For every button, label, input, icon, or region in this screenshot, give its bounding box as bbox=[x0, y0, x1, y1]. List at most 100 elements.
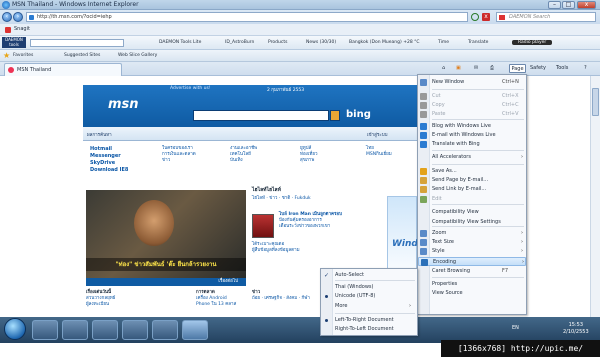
feeds-icon[interactable]: ▣ bbox=[456, 64, 461, 73]
advertise-link[interactable]: Advertise with us! bbox=[170, 86, 211, 91]
nav-signin[interactable]: เข้าสู่ระบบ bbox=[367, 131, 387, 138]
nav-search-results[interactable]: ผลการค้นหา bbox=[87, 131, 112, 138]
news-item[interactable]: เตือนระวังข่าวของพวกเขา bbox=[279, 224, 389, 230]
products[interactable]: Products bbox=[268, 40, 287, 45]
start-button[interactable] bbox=[4, 318, 26, 340]
page-menu-item-zoom[interactable]: Zoom › bbox=[418, 229, 526, 238]
encoding-item-auto-select[interactable]: ✓ Auto-Select bbox=[321, 271, 417, 280]
translate[interactable]: Translate bbox=[468, 40, 488, 45]
news[interactable]: News (30/30) bbox=[306, 40, 336, 45]
msn-logo[interactable]: msn bbox=[108, 97, 139, 112]
messenger-link[interactable]: Messenger bbox=[90, 153, 128, 160]
daemon-tools-lite[interactable]: DAEMON Tools Lite bbox=[159, 40, 201, 45]
refresh-icon[interactable] bbox=[471, 13, 479, 21]
page-menu-item-new-window[interactable]: New Window Ctrl+N bbox=[418, 78, 526, 87]
minimize-button[interactable]: – bbox=[548, 1, 561, 9]
page-menu-item-compatibility-view[interactable]: Compatibility View bbox=[418, 208, 526, 217]
favorites-button[interactable]: Favorites bbox=[13, 53, 33, 58]
vertical-scrollbar[interactable] bbox=[590, 76, 600, 334]
search-input[interactable]: DAEMON Search bbox=[496, 12, 596, 22]
page-menu-item-text-size[interactable]: Text Size › bbox=[418, 238, 526, 247]
page-menu-item-all-accelerators[interactable]: All Accelerators › bbox=[418, 153, 526, 162]
address-bar[interactable]: http://th.msn.com/?ocid=iehp bbox=[26, 12, 468, 22]
news-tab[interactable]: ชาติ bbox=[282, 196, 291, 201]
page-menu-item-send-page-by-e-mail[interactable]: Send Page by E-mail... bbox=[418, 176, 526, 185]
taskbar-app-icon[interactable] bbox=[152, 320, 178, 340]
bing-search-input[interactable] bbox=[193, 110, 329, 121]
menu-item-icon bbox=[420, 196, 427, 203]
skydrive-link[interactable]: SkyDrive bbox=[90, 160, 128, 167]
back-button[interactable]: ‹ bbox=[2, 12, 12, 22]
page-menu-item-compatibility-view-settings[interactable]: Compatibility View Settings bbox=[418, 218, 526, 227]
feature-photo[interactable]: "ท่อง" ข่าวสัมพันธ์ 'ต๊ะ ยืนกล้ารวยงาน bbox=[86, 190, 246, 278]
link[interactable]: สุขภาพ bbox=[300, 158, 318, 164]
page-menu-item-view-source[interactable]: View Source bbox=[418, 289, 526, 298]
link[interactable]: ถ้อย bbox=[252, 296, 260, 301]
page-menu-item-send-link-by-e-mail[interactable]: Send Link by E-mail... bbox=[418, 185, 526, 194]
encoding-item-unicode-utf-8[interactable]: Unicode (UTF-8) bbox=[321, 292, 417, 301]
weather[interactable]: Bangkok (Don Mueang) +28 °C bbox=[349, 40, 420, 45]
taskbar-firefox-icon[interactable] bbox=[122, 320, 148, 340]
forward-button[interactable]: › bbox=[13, 12, 23, 22]
close-button[interactable]: x bbox=[577, 1, 596, 9]
tab-msn[interactable]: MSN Thailand bbox=[4, 63, 122, 76]
snagit-label[interactable]: Snagit bbox=[14, 26, 30, 32]
astroburn[interactable]: ID_AstroBurn bbox=[225, 40, 254, 45]
list-item[interactable]: ผู้ลงทะเบียน bbox=[86, 302, 190, 308]
page-menu-item-save-as[interactable]: Save As... bbox=[418, 167, 526, 176]
news-thumbnail[interactable] bbox=[252, 214, 274, 238]
stop-icon[interactable]: x bbox=[482, 13, 490, 21]
taskbar-ie-icon[interactable] bbox=[32, 320, 58, 340]
page-menu-item-blog-with-windows-live[interactable]: Blog with Windows Live bbox=[418, 122, 526, 131]
taskbar-media-icon[interactable] bbox=[92, 320, 118, 340]
scrollbar-thumb[interactable] bbox=[592, 88, 599, 116]
news-tab[interactable]: ไฮไลท์ bbox=[252, 196, 265, 201]
print-icon[interactable]: ⎙ bbox=[490, 64, 494, 73]
read-mail-icon[interactable]: ✉ bbox=[474, 64, 478, 73]
taskbar-ie-active-icon[interactable] bbox=[182, 320, 208, 340]
tools-menu-button[interactable]: Tools bbox=[556, 64, 568, 73]
dropdown-search-icon[interactable] bbox=[30, 39, 124, 47]
page-menu-item-paste[interactable]: Paste Ctrl+V bbox=[418, 110, 526, 119]
news-tab[interactable]: ข่าว bbox=[269, 196, 277, 201]
news-tab[interactable]: Fukduk bbox=[295, 196, 311, 201]
encoding-item-thai-windows[interactable]: Thai (Windows) bbox=[321, 283, 417, 292]
link[interactable]: MSNกินเยี่ยม bbox=[366, 152, 392, 158]
encoding-item-right-to-left-document[interactable]: Right-To-Left Document bbox=[321, 325, 417, 334]
page-menu-item-caret-browsing[interactable]: Caret Browsing F7 bbox=[418, 267, 526, 276]
page-menu-item-edit[interactable]: Edit bbox=[418, 195, 526, 204]
next-story-link[interactable]: เรื่องต่อไป bbox=[218, 278, 238, 286]
search-go-button[interactable] bbox=[330, 110, 340, 121]
page-menu-button[interactable]: Page bbox=[509, 64, 526, 73]
page-menu-item-translate-with-bing[interactable]: Translate with Bing bbox=[418, 140, 526, 149]
encoding-item-left-to-right-document[interactable]: Left-To-Right Document bbox=[321, 316, 417, 325]
clock[interactable]: 15:53 2/10/2553 bbox=[563, 322, 589, 336]
time[interactable]: Time bbox=[438, 40, 449, 45]
hotmail-link[interactable]: Hotmail bbox=[90, 146, 128, 153]
news-item[interactable]: ผู้สืบข้อมูลที่ลงข้อมูลตาม bbox=[252, 248, 388, 254]
web-slice-gallery[interactable]: Web Slice Gallery bbox=[118, 53, 157, 58]
page-menu-item-e-mail-with-windows-live[interactable]: E-mail with Windows Live bbox=[418, 131, 526, 140]
link[interactable]: ข่าว bbox=[162, 158, 196, 164]
page-menu-item-copy[interactable]: Copy Ctrl+C bbox=[418, 101, 526, 110]
page-menu-item-style[interactable]: Style › bbox=[418, 247, 526, 256]
radio-player[interactable]: Radio player bbox=[512, 40, 553, 45]
safety-menu-button[interactable]: Safety bbox=[530, 64, 546, 73]
page-menu-item-cut[interactable]: Cut Ctrl+X bbox=[418, 92, 526, 101]
language-indicator[interactable]: EN bbox=[512, 325, 519, 331]
taskbar-explorer-icon[interactable] bbox=[62, 320, 88, 340]
link[interactable]: เศรษฐกิจ bbox=[264, 296, 282, 301]
list-item[interactable]: Phone ใน 13 คลาส bbox=[196, 302, 256, 308]
link[interactable]: บันเทิง bbox=[230, 158, 257, 164]
encoding-item-more[interactable]: More › bbox=[321, 302, 417, 311]
home-icon[interactable]: ⌂ bbox=[442, 64, 445, 73]
photo-caption[interactable]: "ท่อง" ข่าวสัมพันธ์ 'ต๊ะ ยืนกล้ารวยงาน bbox=[86, 258, 246, 271]
link[interactable]: กีฬา bbox=[302, 296, 310, 301]
suggested-sites[interactable]: Suggested Sites bbox=[64, 53, 100, 58]
download-ie8-link[interactable]: Download IE8 bbox=[90, 167, 128, 174]
page-menu-item-properties[interactable]: Properties bbox=[418, 280, 526, 289]
help-button[interactable]: ? bbox=[584, 64, 587, 73]
link[interactable]: สังคม bbox=[286, 296, 297, 301]
page-menu-item-encoding[interactable]: Encoding › bbox=[418, 257, 526, 266]
maximize-button[interactable]: □ bbox=[562, 1, 575, 9]
